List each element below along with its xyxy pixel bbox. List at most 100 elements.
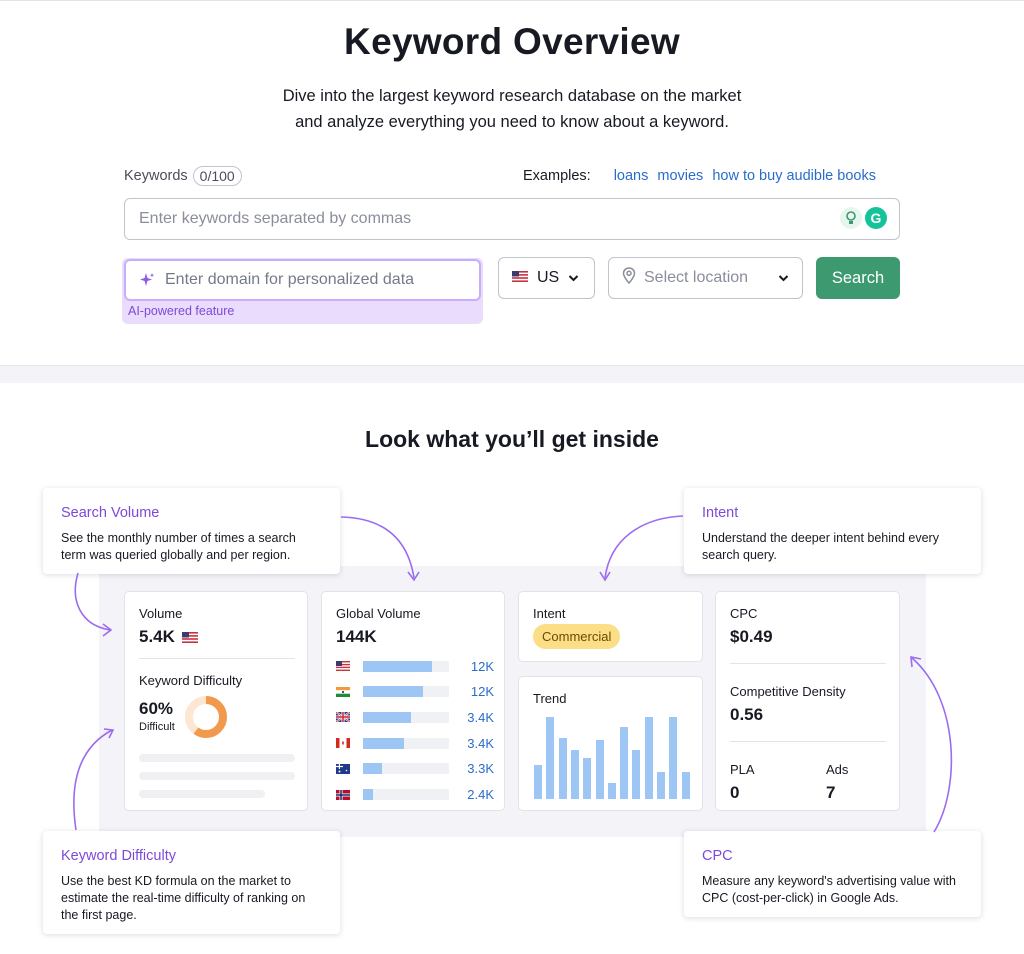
preview-panel: Volume 5.4K Keyword Difficulty 60% Diffi…	[99, 566, 926, 837]
keywords-input[interactable]	[125, 199, 825, 239]
callout-text: Use the best KD formula on the market to…	[61, 874, 306, 922]
page-subtitle: Dive into the largest keyword research d…	[0, 83, 1024, 135]
section-divider	[0, 366, 1024, 383]
trend-bar	[607, 782, 616, 799]
global-volume-row: 3.4K	[336, 735, 494, 751]
callout-text: Measure any keyword's advertising value …	[702, 874, 956, 905]
example-link-movies[interactable]: movies	[657, 168, 703, 184]
uk-flag-icon	[336, 712, 350, 723]
domain-input[interactable]	[165, 262, 479, 298]
divider	[139, 658, 295, 659]
volume-card: Volume 5.4K Keyword Difficulty 60% Diffi…	[124, 591, 308, 811]
kd-text: Difficult	[139, 721, 175, 733]
trend-bar	[644, 717, 653, 799]
callout-title: Keyword Difficulty	[61, 848, 176, 864]
callout-text: Understand the deeper intent behind ever…	[702, 531, 939, 562]
keywords-label-text: Keywords	[124, 168, 188, 184]
trend-card: Trend	[518, 676, 703, 811]
trend-label: Trend	[533, 691, 567, 706]
global-volume-row: 3.3K	[336, 761, 494, 776]
trend-bar	[595, 739, 604, 799]
norway-flag-icon	[336, 789, 350, 800]
ads-label: Ads	[826, 762, 849, 777]
extension-icons: G	[840, 207, 887, 229]
intent-card: Intent Commercial	[518, 591, 703, 662]
volume-value: 5.4K	[139, 627, 175, 646]
trend-bar	[534, 764, 542, 799]
divider	[730, 741, 886, 742]
global-volume-row: 2.4K	[336, 787, 494, 802]
cpc-value: $0.49	[730, 627, 773, 646]
canada-flag-icon	[336, 738, 350, 749]
country-value: US	[537, 269, 560, 286]
trend-bar	[681, 771, 690, 799]
subtitle-line-2: and analyze everything you need to know …	[295, 113, 729, 131]
us-flag-icon	[512, 269, 528, 287]
callout-text: See the monthly number of times a search…	[61, 531, 296, 562]
volume-bar-value: 3.4K	[467, 709, 494, 725]
global-volume-row: 3.4K	[336, 709, 494, 725]
trend-bar	[669, 717, 678, 799]
global-volume-card: Global Volume 144K 12K 12K 3.4K 3.4K 3.3K 2.4…	[321, 591, 505, 811]
global-volume-row: 12K	[336, 684, 494, 699]
india-flag-icon	[336, 686, 350, 697]
ads-value: 7	[826, 783, 836, 802]
ai-feature-note: AI-powered feature	[128, 304, 235, 318]
sparkle-icon	[139, 272, 159, 288]
examples: Examples: loans movies how to buy audibl…	[523, 168, 876, 184]
chevron-down-icon	[568, 269, 579, 287]
grammarly-icon[interactable]: G	[865, 207, 887, 229]
volume-label: Volume	[139, 606, 183, 621]
kd-donut-chart	[185, 696, 227, 738]
section-title: Look what you’ll get inside	[365, 426, 659, 452]
volume-bar	[363, 686, 424, 698]
chevron-down-icon	[778, 269, 789, 287]
callout-cpc: CPC Measure any keyword's advertising va…	[684, 831, 981, 917]
volume-bar-value: 3.4K	[467, 735, 494, 751]
example-link-audible[interactable]: how to buy audible books	[712, 168, 876, 184]
global-volume-row: 12K	[336, 659, 494, 674]
volume-bar-track	[363, 737, 449, 749]
callout-search-volume: Search Volume See the monthly number of …	[43, 488, 340, 574]
subtitle-line-1: Dive into the largest keyword research d…	[282, 87, 742, 105]
trend-bar	[632, 749, 641, 799]
intent-badge: Commercial	[533, 624, 621, 649]
volume-bar	[363, 763, 382, 775]
search-section: Keyword Overview Dive into the largest k…	[0, 0, 1024, 366]
australia-flag-icon	[336, 763, 350, 774]
location-pin-icon	[622, 267, 636, 289]
search-button[interactable]: Search	[816, 257, 900, 299]
volume-bar-track	[363, 763, 449, 775]
volume-bar	[363, 711, 412, 723]
examples-label: Examples:	[523, 168, 591, 184]
callout-title: CPC	[702, 848, 733, 864]
pla-label: PLA	[730, 762, 755, 777]
keywords-field: G	[124, 198, 900, 240]
global-volume-value: 144K	[336, 627, 377, 646]
lightbulb-icon[interactable]	[840, 207, 862, 229]
location-value: Select location	[644, 269, 749, 286]
volume-bar	[363, 789, 374, 800]
skeleton-line	[139, 754, 295, 762]
volume-bar-track	[363, 660, 449, 672]
callout-title: Intent	[702, 505, 739, 521]
country-select[interactable]: US	[498, 257, 595, 299]
density-value: 0.56	[730, 705, 764, 724]
volume-bar-track	[363, 686, 449, 698]
cpc-card: CPC $0.49 Competitive Density 0.56 PLA 0…	[715, 591, 900, 811]
page-title: Keyword Overview	[344, 21, 680, 62]
keywords-counter: 0/100	[192, 166, 242, 186]
callout-title: Search Volume	[61, 505, 160, 521]
example-link-loans[interactable]: loans	[614, 168, 649, 184]
domain-field	[124, 259, 481, 301]
pla-value: 0	[730, 783, 740, 802]
skeleton-line	[139, 772, 295, 780]
callout-keyword-difficulty: Keyword Difficulty Use the best KD formu…	[43, 831, 340, 934]
location-select[interactable]: Select location	[608, 257, 803, 299]
volume-bar-track	[363, 711, 449, 723]
cpc-label: CPC	[730, 606, 758, 621]
ai-domain-wrapper: AI-powered feature	[122, 258, 483, 324]
us-flag-icon	[182, 630, 198, 648]
keywords-label: Keywords 0/100	[124, 166, 242, 186]
trend-bar	[657, 771, 666, 799]
